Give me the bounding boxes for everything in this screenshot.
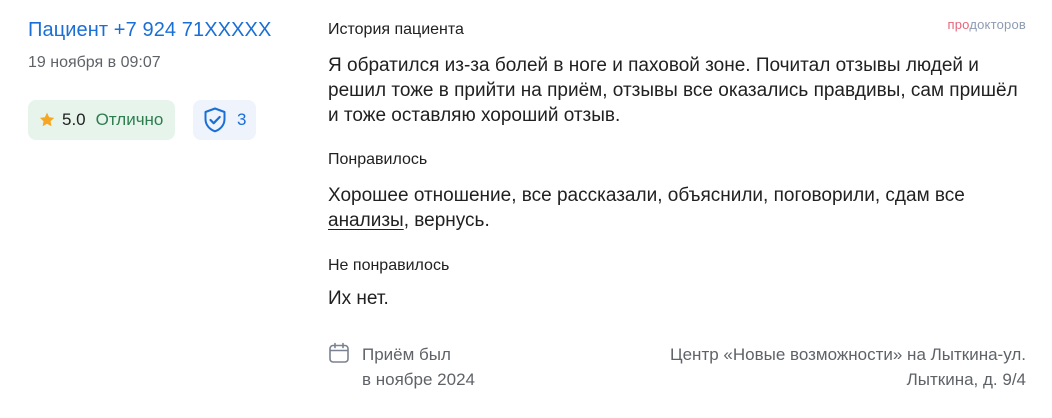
visit-info: Приём был в ноябре 2024	[328, 342, 475, 392]
prodoctorov-logo: продокторов	[947, 17, 1026, 32]
star-icon	[38, 111, 56, 129]
disliked-text: Их нет.	[328, 288, 389, 309]
history-text: Я обратился из-за болей в ноге и паховой…	[328, 55, 1018, 126]
calendar-icon	[328, 342, 350, 364]
visit-date: Приём был в ноябре 2024	[362, 345, 475, 389]
shield-check-icon	[203, 107, 227, 133]
liked-title: Понравилось	[328, 151, 428, 168]
verification-count: 3	[237, 110, 247, 129]
rating-badge: 5.0 Отлично	[28, 100, 176, 140]
author-name-link[interactable]: Пациент +7 924 71XXXXX	[28, 19, 271, 42]
history-title: История пациента	[328, 21, 464, 38]
rating-value: 5.0	[62, 110, 86, 129]
analyses-link[interactable]: анализы	[328, 210, 404, 231]
verification-badge[interactable]: 3	[193, 100, 257, 140]
disliked-title: Не понравилось	[328, 257, 450, 274]
review-date: 19 ноября в 09:07	[28, 54, 161, 71]
rating-label: Отлично	[95, 110, 164, 129]
review-card: Пациент +7 924 71XXXXX 19 ноября в 09:07…	[0, 0, 1052, 418]
liked-text: Хорошее отношение, все рассказали, объяс…	[328, 185, 965, 231]
clinic-address[interactable]: Центр «Новые возможности» на Лыткина-ул.…	[670, 342, 1026, 392]
